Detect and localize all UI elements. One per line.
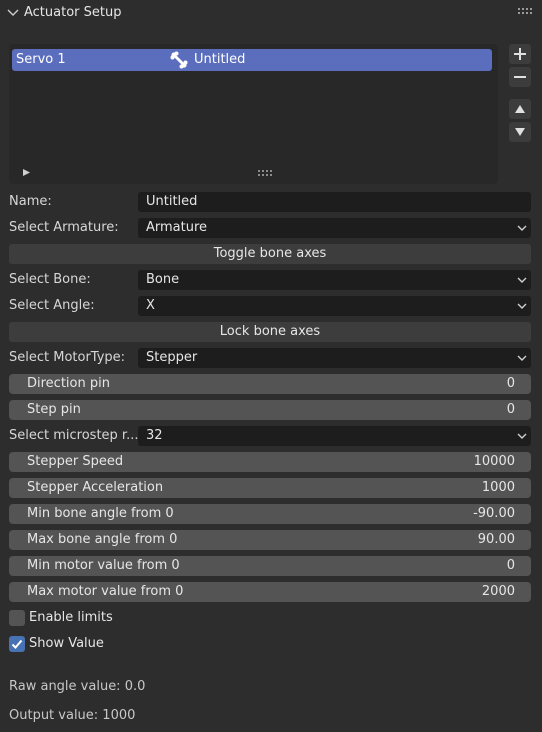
angle-label: Select Angle:	[9, 298, 95, 313]
enable-limits-checkbox[interactable]	[9, 610, 25, 626]
stepper-acceleration-value: 1000	[481, 480, 515, 495]
chevron-down-icon	[517, 355, 527, 361]
max-bone-angle-value: 90.00	[477, 532, 515, 547]
max-bone-angle-label: Max bone angle from 0	[27, 532, 178, 547]
move-down-button[interactable]	[509, 122, 531, 142]
motortype-label: Select MotorType:	[9, 350, 126, 365]
chevron-down-icon	[517, 225, 527, 231]
step-pin-value: 0	[506, 402, 515, 417]
angle-select[interactable]: X	[138, 296, 531, 316]
remove-item-button[interactable]	[509, 67, 531, 87]
step-pin-field[interactable]: Step pin 0	[9, 400, 531, 420]
list-resize-handle-icon[interactable]	[258, 170, 272, 176]
max-motor-value-field[interactable]: Max motor value from 0 2000	[9, 582, 531, 602]
microstep-select-value: 32	[146, 428, 163, 443]
list-item[interactable]: Servo 1 Untitled	[12, 49, 492, 71]
show-value-checkbox[interactable]	[9, 636, 25, 652]
chevron-down-icon	[7, 9, 19, 16]
stepper-acceleration-label: Stepper Acceleration	[27, 480, 164, 495]
direction-pin-field[interactable]: Direction pin 0	[9, 374, 531, 394]
stepper-speed-label: Stepper Speed	[27, 454, 124, 469]
chevron-down-icon	[517, 303, 527, 309]
microstep-select[interactable]: 32	[138, 426, 531, 446]
stepper-acceleration-field[interactable]: Stepper Acceleration 1000	[9, 478, 531, 498]
checkmark-icon	[11, 639, 23, 649]
move-up-button[interactable]	[509, 99, 531, 119]
show-value-label[interactable]: Show Value	[29, 636, 104, 652]
bone-select[interactable]: Bone	[138, 270, 531, 290]
panel-title: Actuator Setup	[24, 5, 122, 20]
motortype-select-value: Stepper	[146, 350, 198, 365]
name-field[interactable]: Untitled	[138, 192, 531, 212]
chevron-down-icon	[517, 277, 527, 283]
armature-select[interactable]: Armature	[138, 218, 531, 238]
stepper-speed-value: 10000	[473, 454, 515, 469]
panel-header[interactable]: Actuator Setup	[0, 0, 542, 28]
min-bone-angle-field[interactable]: Min bone angle from 0 -90.00	[9, 504, 531, 524]
armature-select-value: Armature	[146, 220, 208, 235]
microstep-label: Select microstep r...	[9, 428, 139, 443]
raw-angle-readout: Raw angle value: 0.0	[9, 679, 146, 694]
name-label: Name:	[9, 194, 52, 209]
motortype-select[interactable]: Stepper	[138, 348, 531, 368]
list-item-name: Servo 1	[16, 52, 66, 67]
max-motor-value-label: Max motor value from 0	[27, 584, 184, 599]
angle-select-value: X	[146, 298, 155, 313]
direction-pin-value: 0	[506, 376, 515, 391]
bone-icon	[170, 51, 188, 69]
direction-pin-label: Direction pin	[27, 376, 110, 391]
plus-icon	[514, 48, 526, 60]
enable-limits-label[interactable]: Enable limits	[29, 610, 113, 626]
triangle-up-icon	[515, 105, 525, 113]
add-item-button[interactable]	[509, 44, 531, 64]
min-motor-value-field[interactable]: Min motor value from 0 0	[9, 556, 531, 576]
max-bone-angle-field[interactable]: Max bone angle from 0 90.00	[9, 530, 531, 550]
play-icon[interactable]	[22, 168, 31, 177]
min-motor-value-label: Min motor value from 0	[27, 558, 180, 573]
drag-grip-icon[interactable]	[518, 8, 532, 16]
bone-label: Select Bone:	[9, 272, 91, 287]
minus-icon	[514, 76, 526, 78]
list-item-bone-label: Untitled	[194, 52, 246, 67]
min-motor-value-value: 0	[506, 558, 515, 573]
min-bone-angle-value: -90.00	[473, 506, 515, 521]
toggle-bone-axes-button[interactable]: Toggle bone axes	[9, 244, 531, 264]
lock-bone-axes-button[interactable]: Lock bone axes	[9, 322, 531, 342]
stepper-speed-field[interactable]: Stepper Speed 10000	[9, 452, 531, 472]
triangle-down-icon	[515, 128, 525, 136]
armature-label: Select Armature:	[9, 220, 119, 235]
bone-select-value: Bone	[146, 272, 180, 287]
name-field-value: Untitled	[146, 194, 198, 209]
output-value-readout: Output value: 1000	[9, 708, 136, 723]
chevron-down-icon	[517, 433, 527, 439]
step-pin-label: Step pin	[27, 402, 81, 417]
min-bone-angle-label: Min bone angle from 0	[27, 506, 174, 521]
max-motor-value-value: 2000	[481, 584, 515, 599]
